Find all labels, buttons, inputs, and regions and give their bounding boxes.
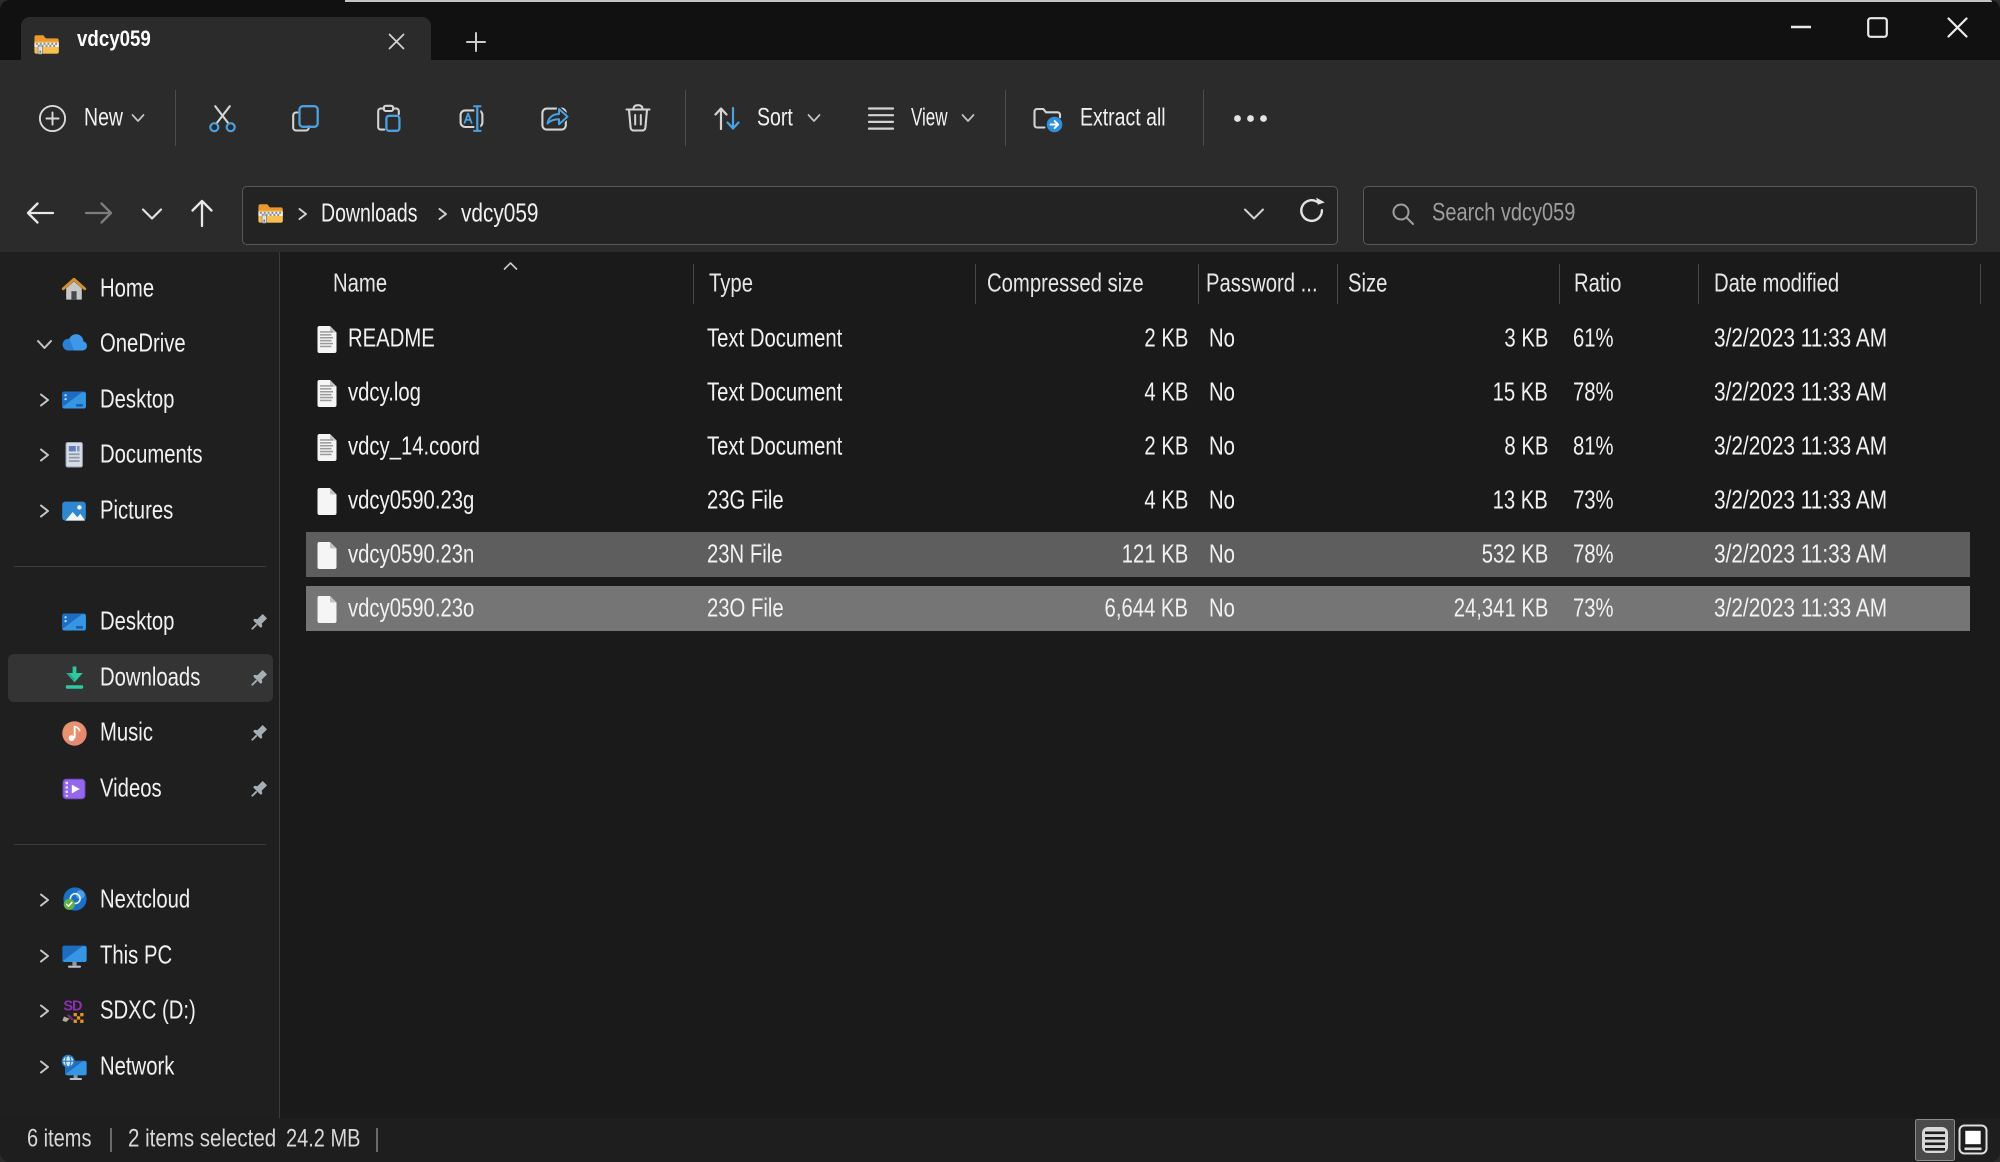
svg-text:SD: SD [63, 998, 82, 1014]
